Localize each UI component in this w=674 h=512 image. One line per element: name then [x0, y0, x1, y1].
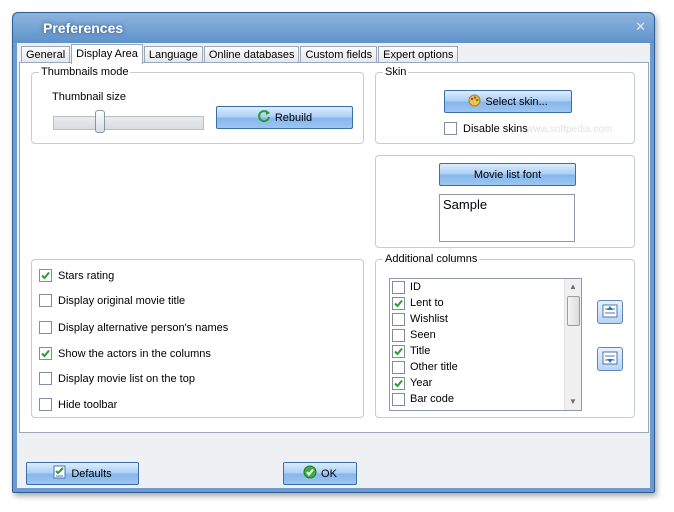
palette-icon — [468, 94, 481, 110]
hide-toolbar-label: Hide toolbar — [58, 398, 118, 411]
column-checkbox[interactable] — [392, 360, 405, 374]
tab-expert-options[interactable]: Expert options — [378, 46, 459, 63]
column-checkbox[interactable] — [392, 328, 405, 342]
column-label: Other title — [410, 361, 458, 373]
move-column-up-button[interactable] — [597, 300, 623, 324]
tab-language[interactable]: Language — [143, 46, 203, 63]
preferences-window: Preferences ✕ General Display Area Langu… — [12, 12, 655, 493]
scrollbar-thumb[interactable] — [567, 296, 580, 326]
thumbnails-group-label: Thumbnails mode — [39, 66, 131, 78]
thumbnail-size-slider-handle[interactable] — [95, 110, 106, 133]
thumbnails-group: Thumbnails mode Thumbnail size Rebuild — [31, 66, 364, 144]
actors-columns-checkbox[interactable]: Show the actors in the columns — [39, 347, 211, 360]
title-bar[interactable]: Preferences ✕ — [13, 13, 654, 43]
scroll-down-icon[interactable]: ▼ — [565, 394, 581, 410]
close-icon[interactable]: ✕ — [635, 19, 646, 35]
columns-scrollbar[interactable]: ▲ ▼ — [564, 279, 581, 410]
list-item[interactable]: Wishlist — [390, 311, 581, 327]
dialog-client: General Display Area Language Online dat… — [17, 43, 650, 488]
movie-list-font-button[interactable]: Movie list font — [439, 163, 576, 186]
move-down-icon — [602, 351, 618, 368]
hide-toolbar-checkbox-box[interactable] — [39, 398, 52, 411]
column-label: ID — [410, 281, 421, 293]
actors-columns-label: Show the actors in the columns — [58, 347, 211, 360]
column-checkbox[interactable] — [392, 280, 405, 294]
ok-button-label: OK — [321, 467, 337, 480]
actors-columns-checkbox-box[interactable] — [39, 347, 52, 360]
skin-group: Skin SOFTPEDIA Select skin... Disable sk… — [375, 66, 635, 144]
list-on-top-checkbox-box[interactable] — [39, 372, 52, 385]
stars-rating-checkbox-box[interactable] — [39, 269, 52, 282]
column-checkbox[interactable] — [392, 312, 405, 326]
list-item[interactable]: ID — [390, 279, 581, 295]
tab-display-area[interactable]: Display Area — [71, 44, 143, 64]
checklist-icon — [53, 465, 67, 482]
tab-general[interactable]: General — [21, 46, 71, 63]
stars-rating-checkbox[interactable]: Stars rating — [39, 269, 114, 282]
disable-skins-label: Disable skins — [463, 122, 528, 135]
select-skin-button[interactable]: Select skin... — [444, 90, 572, 113]
skin-group-label: Skin — [383, 66, 409, 78]
column-label: Year — [410, 377, 433, 389]
additional-columns-label: Additional columns — [383, 253, 480, 265]
ok-button[interactable]: OK — [283, 462, 357, 485]
display-area-page: Thumbnails mode Thumbnail size Rebuild S… — [19, 62, 649, 433]
font-sample-box: Sample — [439, 194, 575, 242]
check-circle-icon — [303, 465, 317, 482]
hide-toolbar-checkbox[interactable]: Hide toolbar — [39, 398, 117, 411]
alternative-names-checkbox[interactable]: Display alternative person's names — [39, 321, 228, 334]
rebuild-button[interactable]: Rebuild — [216, 106, 353, 129]
disable-skins-checkbox[interactable]: Disable skins — [444, 122, 528, 135]
column-label: Bar code — [410, 393, 455, 405]
thumbnail-size-label: Thumbnail size — [52, 91, 126, 103]
list-item[interactable]: Lent to — [390, 295, 581, 311]
column-label: Wishlist — [410, 313, 448, 325]
alternative-names-checkbox-box[interactable] — [39, 321, 52, 334]
alternative-names-label: Display alternative person's names — [58, 321, 229, 334]
defaults-button-label: Defaults — [71, 467, 112, 480]
movie-list-font-button-label: Movie list font — [473, 168, 542, 181]
list-on-top-checkbox[interactable]: Display movie list on the top — [39, 372, 195, 385]
move-column-down-button[interactable] — [597, 347, 623, 371]
display-options-group: Stars rating Display original movie titl… — [31, 259, 364, 418]
rebuild-button-label: Rebuild — [274, 111, 313, 124]
column-label: Seen — [410, 329, 436, 341]
font-group: Movie list font Sample — [375, 155, 635, 248]
column-checkbox[interactable] — [392, 376, 405, 390]
column-label: Lent to — [410, 297, 444, 309]
original-title-checkbox[interactable]: Display original movie title — [39, 294, 185, 307]
list-item[interactable]: Bar code — [390, 391, 581, 407]
refresh-icon — [257, 109, 271, 126]
tab-online-databases[interactable]: Online databases — [203, 46, 300, 63]
tab-strip: General Display Area Language Online dat… — [21, 44, 459, 64]
scroll-up-icon[interactable]: ▲ — [565, 279, 581, 295]
tab-custom-fields[interactable]: Custom fields — [300, 46, 378, 63]
additional-columns-group: Additional columns ID Lent to Wishlist S… — [375, 253, 635, 418]
window-title: Preferences — [43, 20, 124, 36]
disable-skins-checkbox-box[interactable] — [444, 122, 457, 135]
column-label: Title — [410, 345, 431, 357]
column-checkbox[interactable] — [392, 392, 405, 406]
defaults-button[interactable]: Defaults — [26, 462, 139, 485]
columns-list[interactable]: ID Lent to Wishlist Seen Title Other tit… — [389, 278, 582, 411]
list-on-top-label: Display movie list on the top — [58, 372, 195, 385]
thumbnail-size-slider-track[interactable] — [53, 116, 204, 130]
select-skin-button-label: Select skin... — [485, 95, 548, 108]
original-title-checkbox-box[interactable] — [39, 294, 52, 307]
list-item[interactable]: Other title — [390, 359, 581, 375]
stars-rating-label: Stars rating — [58, 269, 115, 282]
list-item[interactable]: Title — [390, 343, 581, 359]
list-item[interactable]: Year — [390, 375, 581, 391]
move-up-icon — [602, 304, 618, 321]
list-item[interactable]: Seen — [390, 327, 581, 343]
column-checkbox[interactable] — [392, 296, 405, 310]
column-checkbox[interactable] — [392, 344, 405, 358]
softpedia-url-watermark: www.softpedia.com — [526, 124, 613, 135]
original-title-label: Display original movie title — [58, 294, 186, 307]
